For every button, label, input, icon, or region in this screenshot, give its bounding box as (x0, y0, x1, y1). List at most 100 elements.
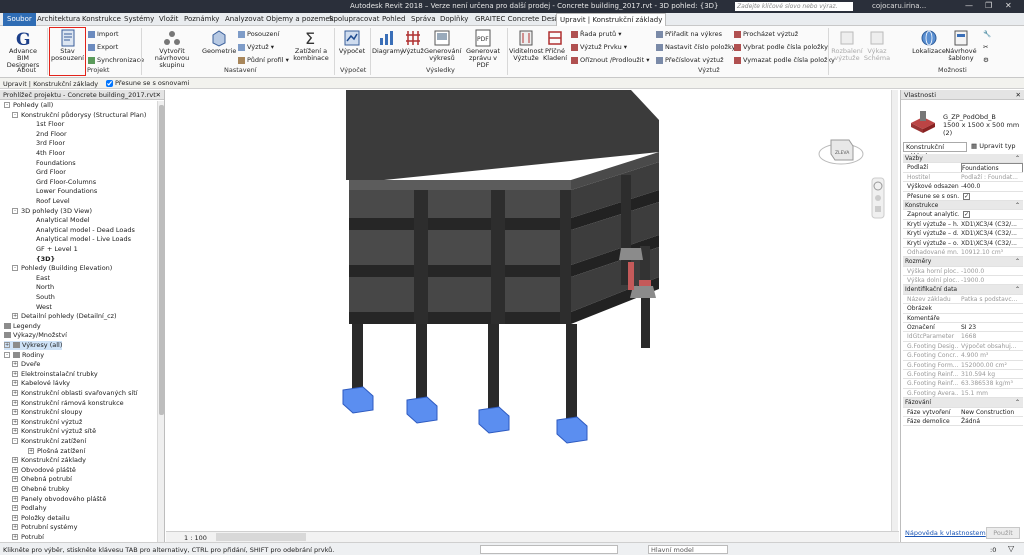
property-row[interactable]: Odhadované mn... 10912.10 cm³ (903, 248, 1023, 258)
property-row[interactable]: Fáze vytvoření New Construction (903, 408, 1023, 417)
minimize-icon[interactable]: — (965, 1, 973, 10)
expand-icon[interactable]: + (28, 447, 34, 454)
expand-icon[interactable]: + (12, 390, 18, 396)
tree-item[interactable]: + Konstrukční základy (12, 456, 86, 465)
property-row[interactable]: Zapnout analytic... ✓ (903, 210, 1023, 220)
collapse-icon[interactable]: ⌃ (1015, 398, 1020, 406)
tab-objemy[interactable]: Objemy a pozemek (266, 15, 334, 23)
tree-item[interactable]: + Položky detailu (12, 514, 70, 523)
vykaz-schema-button[interactable]: Výkaz Schéma (863, 29, 891, 62)
property-row[interactable]: G.Footing Avera... 15.1 mm (903, 389, 1023, 399)
property-section[interactable]: Rozměry ⌃ (903, 257, 1023, 267)
oriznout-button[interactable]: Oříznout /Prodloužit ▾ (571, 56, 649, 64)
expand-icon[interactable]: + (12, 361, 18, 368)
move-with-grids-checkbox[interactable]: Přesune se s osnovami (106, 79, 189, 87)
properties-help-link[interactable]: Nápověda k vlastnostem (905, 529, 986, 537)
tree-item[interactable]: Roof Level (36, 197, 70, 206)
tree-item[interactable]: + Konstrukční rámová konstrukce (12, 399, 124, 408)
property-row[interactable]: Fáze demolice Žádná (903, 417, 1023, 427)
tree-item[interactable]: 1st Floor (36, 120, 64, 129)
expand-icon[interactable]: + (4, 342, 10, 348)
tab-systemy[interactable]: Systémy (124, 15, 154, 23)
tree-item[interactable]: Analytical Model (36, 216, 90, 225)
property-row[interactable]: IdGtcParameter 1668 (903, 332, 1023, 342)
tree-item[interactable]: 2nd Floor (36, 130, 67, 139)
collapse-icon[interactable]: - (4, 102, 10, 108)
tree-item[interactable]: Foundations (36, 159, 76, 168)
tab-konstrukce[interactable]: Konstrukce (82, 15, 121, 23)
rozbaleni-vyztuze-button[interactable]: Rozbalení výztuže (831, 29, 863, 62)
tree-item[interactable]: + Konstrukční sloupy (12, 408, 82, 417)
tab-vlozit[interactable]: Vložit (159, 15, 178, 23)
tree-item[interactable]: - Konstrukční zatížení (12, 437, 86, 446)
property-value[interactable]: 63.386538 kg/m³ (961, 379, 1023, 387)
property-value[interactable]: 4.900 m³ (961, 351, 1023, 359)
lokalizace-button[interactable]: Lokalizace (912, 29, 946, 55)
vyztuz-prvku-button[interactable]: Výztuž Prvku ▾ (571, 43, 627, 51)
maximize-icon[interactable]: ❐ (985, 1, 992, 10)
workset-box[interactable] (480, 545, 618, 554)
vymazat-podle-cisla-button[interactable]: Vymazat podle čísla položky (734, 56, 835, 64)
property-row[interactable]: Výška horní ploc... -1000.0 (903, 267, 1023, 277)
tree-item[interactable]: Analytical model - Dead Loads (36, 226, 135, 235)
property-value[interactable]: 1668 (961, 332, 1023, 340)
tool-icon-3[interactable]: ⚙ (983, 56, 989, 64)
expand-icon[interactable]: + (12, 380, 18, 387)
tree-item[interactable]: - Konstrukční půdorysy (Structural Plan) (12, 111, 146, 120)
rada-prutu-button[interactable]: Řada prutů ▾ (571, 30, 621, 38)
property-section[interactable]: Konstrukce ⌃ (903, 200, 1023, 211)
expand-icon[interactable]: + (12, 428, 18, 435)
tab-doplnky[interactable]: Doplňky (440, 15, 468, 23)
tree-item[interactable]: East (36, 274, 50, 283)
model-selector[interactable]: Hlavní model (648, 545, 728, 554)
tab-graitec[interactable]: GRAITEC Concrete Design (475, 15, 566, 23)
geometrie-button[interactable]: Geometrie (202, 29, 236, 55)
property-value[interactable]: Žádná (961, 417, 1023, 425)
expand-icon[interactable]: + (12, 457, 18, 464)
prochazet-button[interactable]: Procházet výztuž (734, 30, 798, 38)
property-row[interactable]: Označení SI 23 (903, 323, 1023, 333)
tree-item[interactable]: - Pohledy (all) (4, 101, 53, 110)
tree-item[interactable]: Grd Floor (36, 168, 66, 177)
tab-architektura[interactable]: Architektura (37, 15, 80, 23)
tree-item[interactable]: West (36, 303, 52, 312)
expand-icon[interactable]: + (12, 409, 18, 416)
search-input[interactable]: Zadejte klíčové slovo nebo výraz. (735, 2, 853, 11)
property-row[interactable]: Komentáře (903, 314, 1023, 324)
tree-item[interactable]: + Obvodové pláště (12, 466, 76, 475)
selected-footings[interactable] (342, 386, 588, 444)
navrhove-sablony-button[interactable]: Návrhové šablony (945, 29, 977, 62)
tree-item[interactable]: + Plošná zatížení (28, 447, 85, 456)
tree-item[interactable]: Grd Floor-Columns (36, 178, 96, 187)
property-value[interactable]: 15.1 mm (961, 389, 1023, 397)
expand-icon[interactable]: + (12, 505, 18, 512)
property-value[interactable]: -400.0 (961, 182, 1023, 190)
tree-item[interactable]: - Rodiny (4, 351, 44, 360)
vybrat-podle-cisla-button[interactable]: Vybrat podle čísla položky (734, 43, 828, 51)
expand-icon[interactable]: + (12, 313, 18, 320)
user-name[interactable]: cojocaru.irina... (872, 2, 926, 10)
expand-icon[interactable]: + (12, 418, 18, 425)
zatizeni-button[interactable]: Σ Zatížení a kombinace (293, 29, 329, 62)
apply-button[interactable]: Použít (986, 527, 1020, 539)
advance-bim-designers-button[interactable]: G Advance BIM Designers (4, 29, 42, 69)
property-section[interactable]: Vazby ⌃ (903, 154, 1023, 164)
tree-item[interactable]: + Ohebné trubky (12, 485, 69, 494)
collapse-icon[interactable]: - (12, 265, 18, 272)
view-controls[interactable] (216, 533, 306, 541)
generovani-vykresu-button[interactable]: Generování výkresů (424, 29, 461, 62)
viewport-scrollbar[interactable] (891, 90, 898, 531)
property-row[interactable]: Podlaží Foundations (903, 163, 1023, 173)
property-row[interactable]: Hostitel Podlaží : Foundat... (903, 173, 1023, 183)
collapse-icon[interactable]: ⌃ (1015, 154, 1020, 162)
priradit-vykres-button[interactable]: Přiřadit na výkres (656, 30, 722, 38)
3d-viewport[interactable]: ZLEVA (166, 90, 899, 531)
property-value[interactable]: Podlaží : Foundat... (961, 173, 1023, 181)
property-checkbox[interactable]: ✓ (963, 211, 970, 219)
property-row[interactable]: Výška dolní ploc... -1900.0 (903, 276, 1023, 286)
export-button[interactable]: Export (88, 43, 118, 51)
property-row[interactable]: G.Footing Concr... 4.900 m³ (903, 351, 1023, 361)
property-value[interactable]: 310.594 kg (961, 370, 1023, 378)
property-row[interactable]: Obrázek (903, 304, 1023, 314)
edit-type-button[interactable]: ▦ Upravit typ (971, 142, 1016, 150)
